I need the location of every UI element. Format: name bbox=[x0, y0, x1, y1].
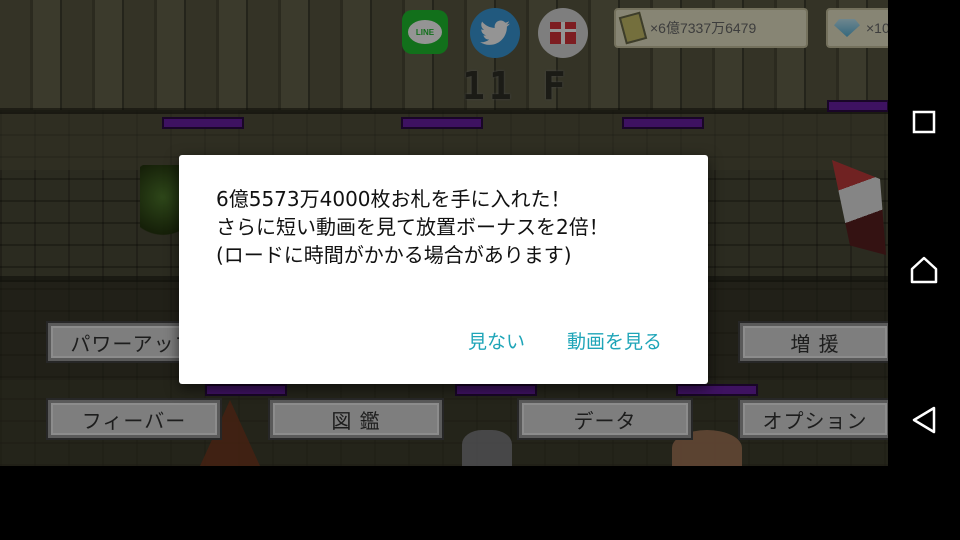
back-button[interactable] bbox=[908, 404, 940, 436]
android-nav-bar bbox=[888, 0, 960, 540]
house-icon bbox=[910, 256, 938, 284]
triangle-back-icon bbox=[912, 406, 936, 434]
square-icon bbox=[912, 110, 936, 134]
recent-apps-button[interactable] bbox=[908, 106, 940, 138]
dialog-message: 6億5573万4000枚お札を手に入れた！ さらに短い動画を見て放置ボーナスを2… bbox=[216, 187, 609, 267]
bonus-dialog: 6億5573万4000枚お札を手に入れた！ さらに短い動画を見て放置ボーナスを2… bbox=[179, 155, 708, 384]
decline-button[interactable]: 見ない bbox=[468, 327, 525, 354]
home-button[interactable] bbox=[908, 254, 940, 286]
watch-video-button[interactable]: 動画を見る bbox=[567, 327, 662, 354]
letterbox bbox=[0, 466, 888, 540]
